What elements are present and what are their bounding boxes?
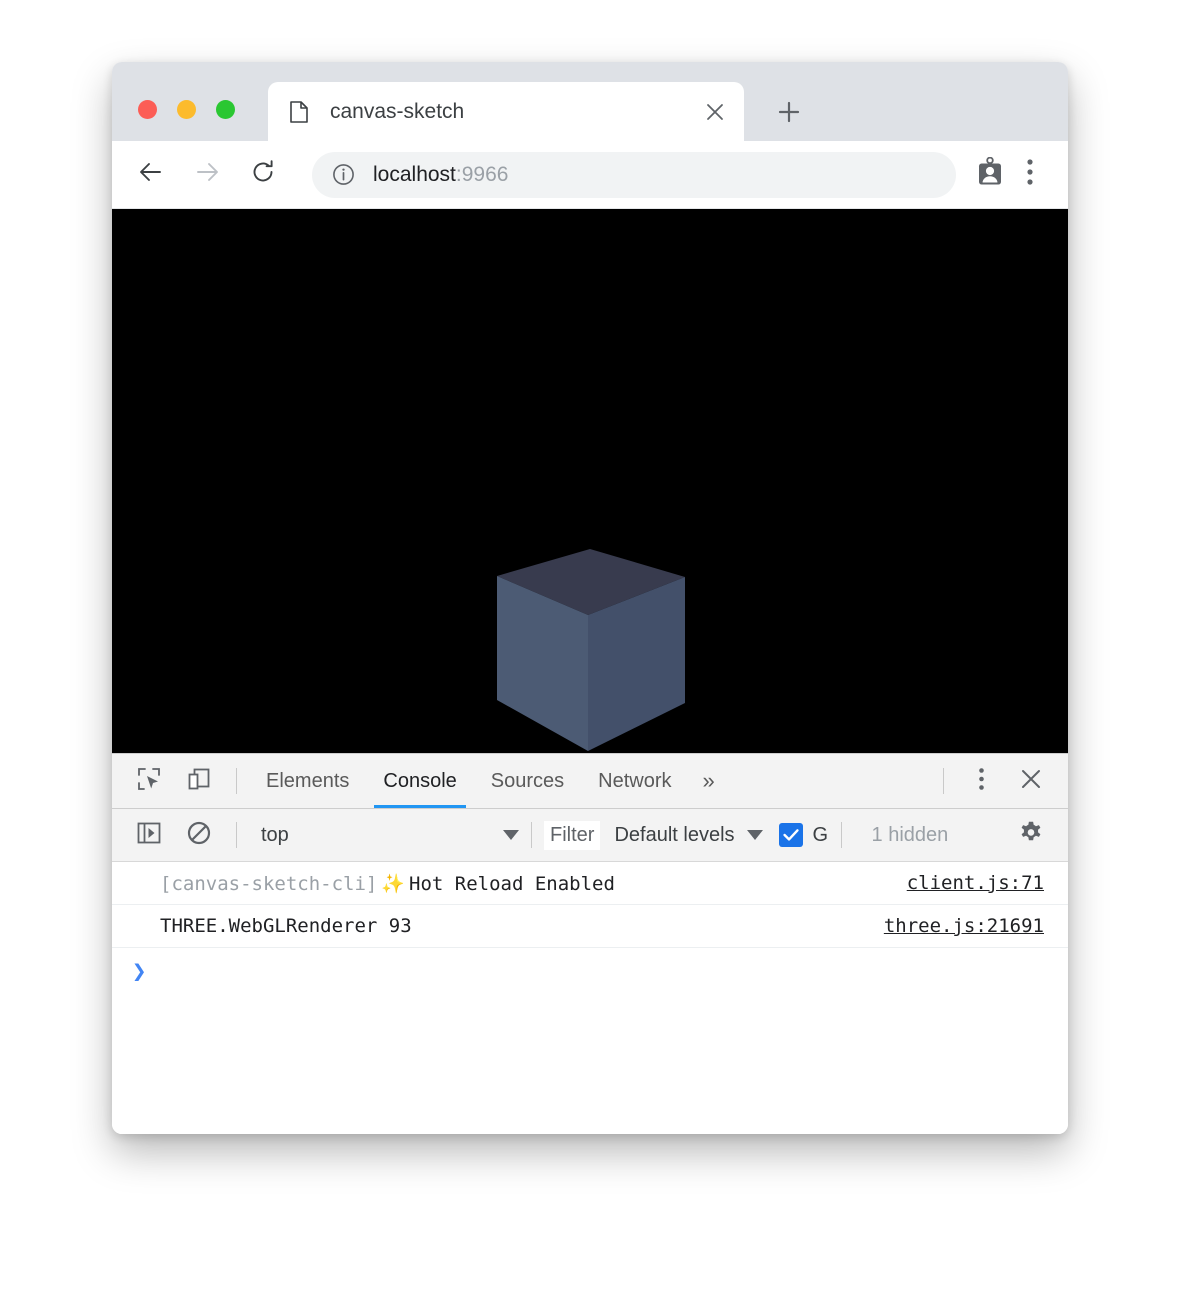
info-circle-icon[interactable]	[332, 163, 355, 186]
sparkles-icon: ✨	[381, 872, 406, 895]
console-prompt[interactable]: ❯	[112, 948, 1068, 994]
console-message-body: THREE.WebGLRenderer 93	[160, 915, 412, 937]
chevron-down-icon	[503, 830, 519, 840]
tab-console[interactable]: Console	[366, 754, 473, 808]
url-host: localhost	[373, 162, 456, 186]
browser-toolbar: localhost:9966	[112, 141, 1068, 209]
log-levels-dropdown[interactable]: Default levels	[614, 823, 763, 847]
console-message-row[interactable]: [canvas-sketch-cli] ✨ Hot Reload Enabled c…	[112, 862, 1068, 905]
page-viewport[interactable]	[112, 209, 1068, 753]
console-messages[interactable]: [canvas-sketch-cli] ✨ Hot Reload Enabled c…	[112, 862, 1068, 1134]
traffic-lights	[138, 100, 235, 119]
console-message-text: THREE.WebGLRenderer 93	[160, 915, 864, 937]
execution-context-selector[interactable]: top	[249, 824, 519, 847]
divider	[236, 768, 237, 794]
devtools-close-button[interactable]	[1011, 761, 1051, 801]
page-document-icon	[290, 100, 308, 123]
group-similar-checkbox[interactable]	[778, 823, 803, 847]
address-bar[interactable]: localhost:9966	[312, 151, 956, 198]
divider	[840, 822, 842, 848]
divider	[943, 768, 944, 794]
arrow-left-icon	[138, 159, 164, 190]
window-maximize-button[interactable]	[216, 100, 235, 119]
execution-context-label: top	[261, 823, 289, 846]
forward-button[interactable]	[186, 154, 228, 196]
console-message-row[interactable]: THREE.WebGLRenderer 93 three.js:21691	[112, 905, 1068, 948]
inspect-element-button[interactable]	[129, 761, 169, 801]
url-port: :9966	[455, 162, 509, 186]
reload-icon	[250, 159, 276, 190]
console-filter-input[interactable]: Filter	[544, 820, 601, 850]
hidden-messages-count[interactable]: 1 hidden	[872, 824, 949, 847]
new-tab-button[interactable]	[770, 95, 808, 133]
browser-tab[interactable]: canvas-sketch	[268, 82, 744, 141]
clear-console-icon	[187, 821, 211, 850]
log-levels-label: Default levels	[614, 823, 735, 846]
group-similar-label: G	[812, 823, 829, 846]
three-dot-menu-icon	[1026, 158, 1034, 191]
window-minimize-button[interactable]	[177, 100, 196, 119]
chevron-down-icon	[746, 830, 763, 840]
browser-window: canvas-sketch localhost:9966 Elements Co…	[112, 62, 1068, 1134]
gear-icon	[1018, 820, 1044, 851]
divider	[531, 822, 532, 848]
reload-button[interactable]	[242, 154, 284, 196]
console-message-prefix: [canvas-sketch-cli]	[160, 872, 378, 895]
device-toolbar-button[interactable]	[179, 761, 219, 801]
window-close-button[interactable]	[138, 100, 157, 119]
browser-menu-button[interactable]	[1010, 155, 1050, 195]
chevron-double-right-icon[interactable]: »	[689, 768, 729, 794]
arrow-right-icon	[194, 159, 220, 190]
console-sidebar-button[interactable]	[129, 815, 169, 855]
tab-sources[interactable]: Sources	[474, 754, 581, 808]
clear-console-button[interactable]	[179, 815, 219, 855]
profile-badge-icon	[976, 156, 1004, 192]
webgl-canvas[interactable]	[112, 209, 1068, 753]
console-source-link[interactable]: client.js:71	[907, 872, 1044, 894]
devtools-more-options-button[interactable]	[961, 761, 1001, 801]
plus-icon	[777, 100, 801, 129]
console-message-body: Hot Reload Enabled	[409, 872, 615, 895]
tab-title: canvas-sketch	[330, 99, 465, 123]
console-source-link[interactable]: three.js:21691	[884, 915, 1044, 937]
divider	[236, 822, 237, 848]
address-bar-text: localhost:9966	[373, 163, 508, 187]
tab-elements[interactable]: Elements	[249, 754, 366, 808]
device-toolbar-icon	[187, 767, 211, 796]
close-icon[interactable]	[698, 95, 732, 129]
checkmark-icon	[782, 829, 799, 841]
close-icon	[1020, 768, 1042, 795]
console-message-text: [canvas-sketch-cli] ✨ Hot Reload Enabled	[160, 872, 887, 895]
tab-strip: canvas-sketch	[112, 62, 1068, 141]
profile-button[interactable]	[970, 155, 1010, 195]
console-filterbar: top Filter Default levels G 1 hidden	[112, 809, 1068, 862]
tab-network[interactable]: Network	[581, 754, 688, 808]
console-settings-button[interactable]	[1011, 815, 1051, 855]
console-sidebar-icon	[137, 822, 161, 849]
devtools-tabbar: Elements Console Sources Network »	[112, 754, 1068, 809]
prompt-caret-icon: ❯	[132, 957, 147, 985]
back-button[interactable]	[130, 154, 172, 196]
three-dot-menu-icon	[978, 767, 985, 796]
devtools-panel: Elements Console Sources Network » top F…	[112, 753, 1068, 1134]
inspect-element-icon	[137, 767, 161, 796]
